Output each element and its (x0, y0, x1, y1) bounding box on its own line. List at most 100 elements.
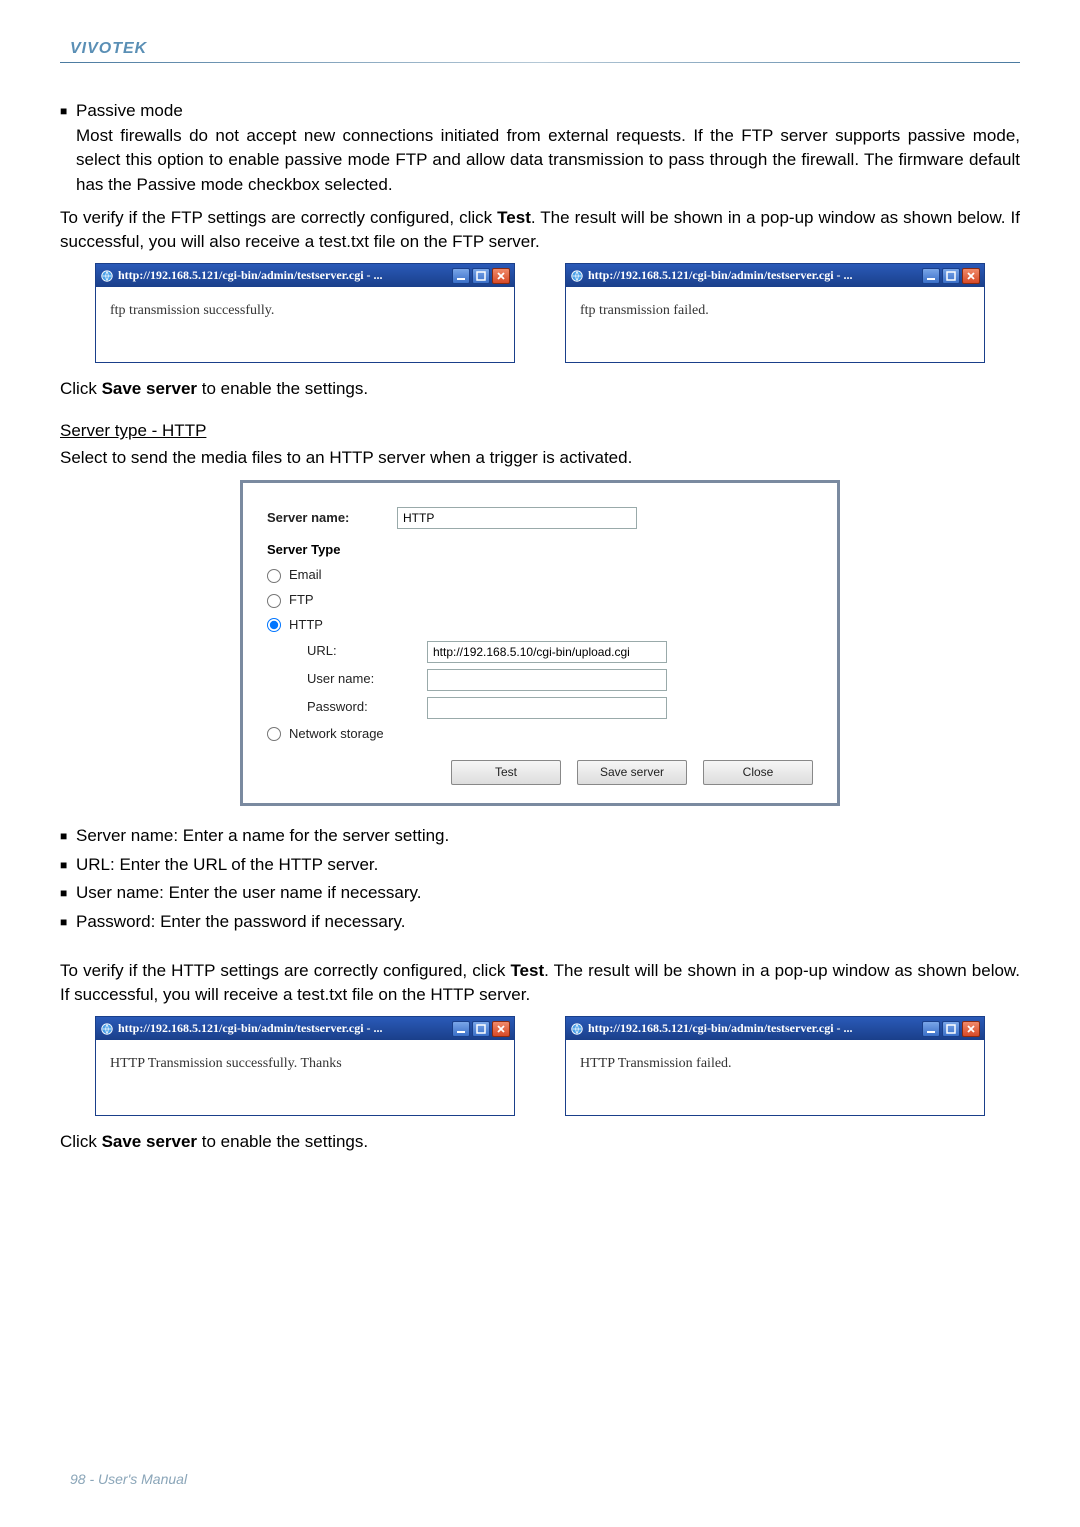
popup-titlebar: http://192.168.5.121/cgi-bin/admin/tests… (96, 1017, 514, 1040)
close-icon[interactable] (492, 268, 510, 284)
bullet-server-name: ■ Server name: Enter a name for the serv… (60, 824, 1020, 849)
http-subfields: URL: User name: Password: (267, 641, 813, 719)
radio-email-label: Email (289, 566, 322, 585)
server-type-heading: Server Type (267, 541, 813, 560)
bullet-square-icon: ■ (60, 853, 76, 878)
maximize-icon[interactable] (942, 268, 960, 284)
ftp-fail-popup: http://192.168.5.121/cgi-bin/admin/tests… (565, 263, 985, 363)
ie-icon (100, 269, 114, 283)
close-icon[interactable] (962, 268, 980, 284)
test-keyword: Test (510, 961, 544, 980)
popup-titlebar: http://192.168.5.121/cgi-bin/admin/tests… (96, 264, 514, 287)
maximize-icon[interactable] (472, 268, 490, 284)
popup-titlebar: http://192.168.5.121/cgi-bin/admin/tests… (566, 264, 984, 287)
radio-ftp-row[interactable]: FTP (267, 591, 813, 610)
minimize-icon[interactable] (922, 268, 940, 284)
text-fragment: to enable the settings. (197, 1132, 368, 1151)
server-name-row: Server name: (267, 507, 813, 529)
username-row: User name: (307, 669, 813, 691)
radio-http-row[interactable]: HTTP (267, 616, 813, 635)
radio-http[interactable] (267, 618, 281, 632)
passive-mode-section: ■ Passive mode Most firewalls do not acc… (60, 99, 1020, 198)
bullet-square-icon: ■ (60, 881, 76, 906)
radio-email[interactable] (267, 569, 281, 583)
popup-body: ftp transmission successfully. (96, 287, 514, 361)
server-type-http-description: Select to send the media files to an HTT… (60, 446, 1020, 471)
password-input[interactable] (427, 697, 667, 719)
bullet-square-icon: ■ (60, 99, 76, 198)
popup-titlebar: http://192.168.5.121/cgi-bin/admin/tests… (566, 1017, 984, 1040)
username-label: User name: (307, 670, 427, 689)
maximize-icon[interactable] (942, 1021, 960, 1037)
url-label: URL: (307, 642, 427, 661)
radio-network-storage[interactable] (267, 727, 281, 741)
popup-body: HTTP Transmission successfully. Thanks (96, 1040, 514, 1114)
radio-ftp-label: FTP (289, 591, 314, 610)
minimize-icon[interactable] (452, 1021, 470, 1037)
text-fragment: Click (60, 1132, 102, 1151)
maximize-icon[interactable] (472, 1021, 490, 1037)
minimize-icon[interactable] (922, 1021, 940, 1037)
save-server-line-1: Click Save server to enable the settings… (60, 377, 1020, 402)
manual-page: VIVOTEK ■ Passive mode Most firewalls do… (0, 0, 1080, 1527)
url-row: URL: (307, 641, 813, 663)
http-field-bullets: ■ Server name: Enter a name for the serv… (60, 824, 1020, 935)
text-fragment: Click (60, 379, 102, 398)
popup-title: http://192.168.5.121/cgi-bin/admin/tests… (588, 267, 918, 284)
popup-title: http://192.168.5.121/cgi-bin/admin/tests… (588, 1020, 918, 1037)
bullet-square-icon: ■ (60, 910, 76, 935)
password-row: Password: (307, 697, 813, 719)
close-button[interactable]: Close (703, 760, 813, 785)
bullet-username: ■ User name: Enter the user name if nece… (60, 881, 1020, 906)
server-type-http-heading: Server type - HTTP (60, 419, 1020, 444)
popup-body: HTTP Transmission failed. (566, 1040, 984, 1114)
bullet-password: ■ Password: Enter the password if necess… (60, 910, 1020, 935)
dialog-button-row: Test Save server Close (267, 760, 813, 785)
password-label: Password: (307, 698, 427, 717)
verify-ftp-paragraph: To verify if the FTP settings are correc… (60, 206, 1020, 255)
save-server-keyword: Save server (102, 1132, 197, 1151)
ie-icon (570, 1022, 584, 1036)
bullet-text: URL: Enter the URL of the HTTP server. (76, 853, 1020, 878)
radio-network-storage-row[interactable]: Network storage (267, 725, 813, 744)
minimize-icon[interactable] (452, 268, 470, 284)
passive-mode-paragraph: Most firewalls do not accept new connect… (76, 124, 1020, 198)
verify-http-paragraph: To verify if the HTTP settings are corre… (60, 959, 1020, 1008)
bullet-url: ■ URL: Enter the URL of the HTTP server. (60, 853, 1020, 878)
text-fragment: To verify if the FTP settings are correc… (60, 208, 497, 227)
http-fail-popup: http://192.168.5.121/cgi-bin/admin/tests… (565, 1016, 985, 1116)
radio-email-row[interactable]: Email (267, 566, 813, 585)
radio-http-label: HTTP (289, 616, 323, 635)
username-input[interactable] (427, 669, 667, 691)
page-footer: 98 - User's Manual (70, 1471, 187, 1487)
http-config-dialog-wrap: Server name: Server Type Email FTP HTTP (60, 480, 1020, 806)
text-fragment: to enable the settings. (197, 379, 368, 398)
http-success-popup: http://192.168.5.121/cgi-bin/admin/tests… (95, 1016, 515, 1116)
test-button[interactable]: Test (451, 760, 561, 785)
ie-icon (100, 1022, 114, 1036)
bullet-text: User name: Enter the user name if necess… (76, 881, 1020, 906)
save-server-button[interactable]: Save server (577, 760, 687, 785)
radio-ftp[interactable] (267, 594, 281, 608)
ie-icon (570, 269, 584, 283)
brand-name: VIVOTEK (60, 40, 1020, 58)
save-server-line-2: Click Save server to enable the settings… (60, 1130, 1020, 1155)
close-icon[interactable] (962, 1021, 980, 1037)
server-name-label: Server name: (267, 509, 397, 528)
document-body: ■ Passive mode Most firewalls do not acc… (60, 99, 1020, 1154)
ftp-popup-row: http://192.168.5.121/cgi-bin/admin/tests… (60, 263, 1020, 363)
http-config-dialog: Server name: Server Type Email FTP HTTP (240, 480, 840, 806)
text-fragment: To verify if the HTTP settings are corre… (60, 961, 510, 980)
popup-title: http://192.168.5.121/cgi-bin/admin/tests… (118, 1020, 448, 1037)
popup-body: ftp transmission failed. (566, 287, 984, 361)
url-input[interactable] (427, 641, 667, 663)
test-keyword: Test (497, 208, 531, 227)
http-popup-row: http://192.168.5.121/cgi-bin/admin/tests… (60, 1016, 1020, 1116)
save-server-keyword: Save server (102, 379, 197, 398)
server-name-input[interactable] (397, 507, 637, 529)
popup-title: http://192.168.5.121/cgi-bin/admin/tests… (118, 267, 448, 284)
radio-network-storage-label: Network storage (289, 725, 384, 744)
bullet-text: Server name: Enter a name for the server… (76, 824, 1020, 849)
close-icon[interactable] (492, 1021, 510, 1037)
passive-mode-heading: Passive mode (76, 101, 183, 120)
